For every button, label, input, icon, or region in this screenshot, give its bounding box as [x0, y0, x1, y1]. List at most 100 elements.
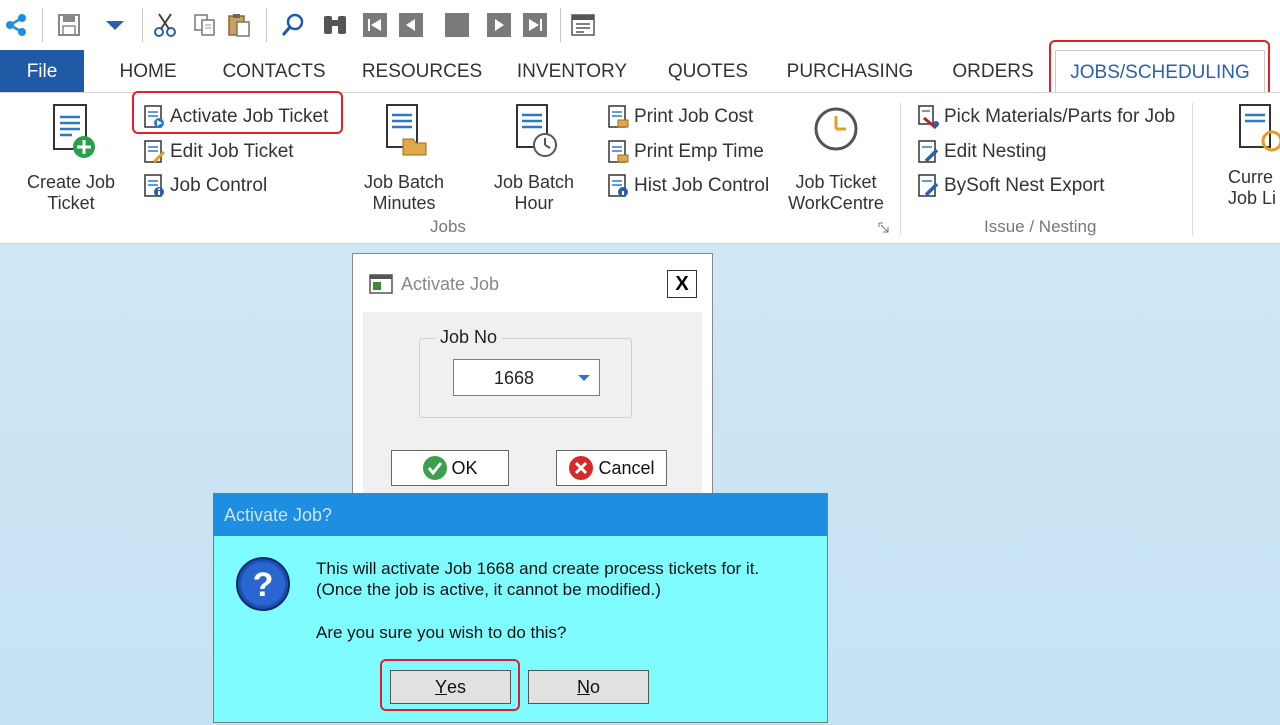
tab-contacts[interactable]: CONTACTS	[214, 50, 334, 92]
cancel-button[interactable]: Cancel	[556, 450, 667, 486]
confirm-activate-dialog: Activate Job? ? This will activate Job 1…	[213, 493, 828, 723]
job-no-combobox[interactable]: 1668	[453, 359, 600, 396]
job-batch-minutes-icon	[386, 104, 427, 156]
group-label-issue-nesting: Issue / Nesting	[984, 217, 1097, 236]
create-job-ticket-label: Create Job Ticket	[26, 172, 116, 213]
search-icon[interactable]	[278, 10, 308, 40]
edit-job-ticket-label: Edit Job Ticket	[170, 141, 294, 162]
last-record-icon[interactable]	[520, 10, 550, 40]
bysoft-nest-export-label: BySoft Nest Export	[944, 175, 1105, 196]
dialog-launcher-icon[interactable]	[878, 221, 890, 233]
app-logo-icon[interactable]	[2, 10, 32, 40]
hist-job-control-button[interactable]: Hist Job Control	[606, 171, 769, 201]
activate-job-body: Job No 1668 OK Cancel	[363, 312, 702, 494]
job-control-label: Job Control	[170, 175, 268, 196]
hist-job-control-label: Hist Job Control	[634, 175, 770, 196]
job-ticket-workcentre-label: Job Ticket WorkCentre	[788, 172, 884, 213]
save-icon[interactable]	[54, 10, 84, 40]
pick-materials-icon	[918, 105, 939, 130]
copy-icon[interactable]	[190, 10, 220, 40]
form-view-icon[interactable]	[568, 10, 598, 40]
highlight-activate-job-ticket	[132, 91, 343, 134]
binoculars-icon[interactable]	[320, 10, 350, 40]
confirm-titlebar: Activate Job?	[214, 494, 827, 536]
close-icon: X	[675, 272, 689, 295]
job-no-label: Job No	[435, 327, 503, 348]
tab-resources[interactable]: RESOURCES	[360, 50, 484, 92]
create-job-icon	[53, 104, 95, 158]
tab-home[interactable]: HOME	[104, 50, 192, 92]
cancel-label: Cancel	[598, 457, 655, 478]
print-emp-time-button[interactable]: Print Emp Time	[606, 137, 764, 167]
ok-check-icon	[423, 456, 448, 480]
hist-job-control-icon	[608, 174, 628, 197]
activate-job-titlebar: Activate Job X	[353, 254, 712, 312]
highlight-jobs-tab	[1049, 40, 1270, 97]
job-batch-hour-label: Job Batch Hour	[493, 172, 575, 213]
job-control-button[interactable]: Job Control	[142, 171, 267, 201]
job-control-icon	[144, 174, 164, 197]
job-batch-minutes-label: Job Batch Minutes	[363, 172, 445, 213]
bysoft-nest-export-button[interactable]: BySoft Nest Export	[916, 171, 1105, 201]
cancel-x-icon	[569, 456, 594, 480]
bysoft-export-icon	[918, 174, 939, 197]
next-record-icon[interactable]	[484, 10, 514, 40]
confirm-question: Are you sure you wish to do this?	[316, 623, 567, 642]
edit-nesting-button[interactable]: Edit Nesting	[916, 137, 1046, 167]
toolbar-separator	[142, 8, 143, 42]
cut-icon[interactable]	[150, 10, 180, 40]
print-job-cost-icon	[608, 105, 629, 128]
chevron-down-icon[interactable]	[578, 375, 590, 381]
ok-label: OK	[451, 457, 478, 478]
previous-record-icon[interactable]	[396, 10, 426, 40]
confirm-message-line1: This will activate Job 1668 and create p…	[316, 559, 760, 578]
no-button[interactable]: No	[528, 670, 649, 704]
confirm-title: Activate Job?	[224, 505, 333, 525]
stop-icon[interactable]	[442, 10, 472, 40]
no-access-key: N	[576, 676, 590, 697]
confirm-message-line2: (Once the job is active, it cannot be mo…	[316, 580, 661, 599]
edit-job-ticket-button[interactable]: Edit Job Ticket	[142, 137, 294, 167]
question-icon: ?	[235, 556, 291, 612]
current-job-list-label: Curre Job Li	[1228, 167, 1277, 208]
activate-job-dialog: Activate Job X Job No 1668 OK Cancel	[352, 253, 713, 498]
group-separator	[1192, 103, 1193, 235]
job-batch-minutes-button[interactable]: Job Batch Minutes	[354, 103, 454, 214]
paste-icon[interactable]	[224, 10, 254, 40]
print-job-cost-button[interactable]: Print Job Cost	[606, 102, 753, 132]
tab-purchasing[interactable]: PURCHASING	[780, 50, 920, 92]
job-ticket-workcentre-button[interactable]: Job Ticket WorkCentre	[780, 103, 892, 214]
job-no-value: 1668	[494, 368, 535, 388]
ok-button[interactable]: OK	[391, 450, 509, 486]
dropdown-arrow-icon[interactable]	[100, 10, 130, 40]
group-separator	[900, 103, 901, 235]
edit-nesting-label: Edit Nesting	[944, 141, 1047, 162]
first-record-icon[interactable]	[360, 10, 390, 40]
job-list-search-icon	[1239, 104, 1280, 152]
pick-materials-button[interactable]: Pick Materials/Parts for Job	[916, 102, 1175, 132]
highlight-yes-button	[380, 659, 520, 711]
tab-inventory[interactable]: INVENTORY	[510, 50, 634, 92]
clock-icon	[814, 107, 858, 151]
print-emp-time-label: Print Emp Time	[634, 141, 764, 162]
toolbar-separator	[266, 8, 267, 42]
tab-quotes[interactable]: QUOTES	[660, 50, 756, 92]
edit-ticket-icon	[144, 140, 166, 164]
group-label-jobs: Jobs	[430, 217, 466, 236]
job-batch-hour-button[interactable]: Job Batch Hour	[484, 103, 584, 214]
tab-orders[interactable]: ORDERS	[945, 50, 1041, 92]
edit-nesting-icon	[918, 140, 939, 163]
current-job-list-button[interactable]: Curre Job Li	[1222, 103, 1280, 209]
print-job-cost-label: Print Job Cost	[634, 106, 754, 127]
pick-materials-label: Pick Materials/Parts for Job	[944, 106, 1176, 127]
activate-job-title: Activate Job	[401, 274, 500, 294]
no-label: o	[589, 676, 600, 697]
close-button[interactable]: X	[667, 270, 697, 298]
job-batch-hour-icon	[516, 104, 557, 157]
svg-text:?: ?	[253, 566, 274, 604]
create-job-ticket-button[interactable]: Create Job Ticket	[20, 103, 122, 214]
tab-file[interactable]: File	[0, 50, 84, 92]
print-emp-time-icon	[608, 140, 629, 163]
window-icon	[369, 274, 393, 294]
toolbar-separator	[42, 8, 43, 42]
